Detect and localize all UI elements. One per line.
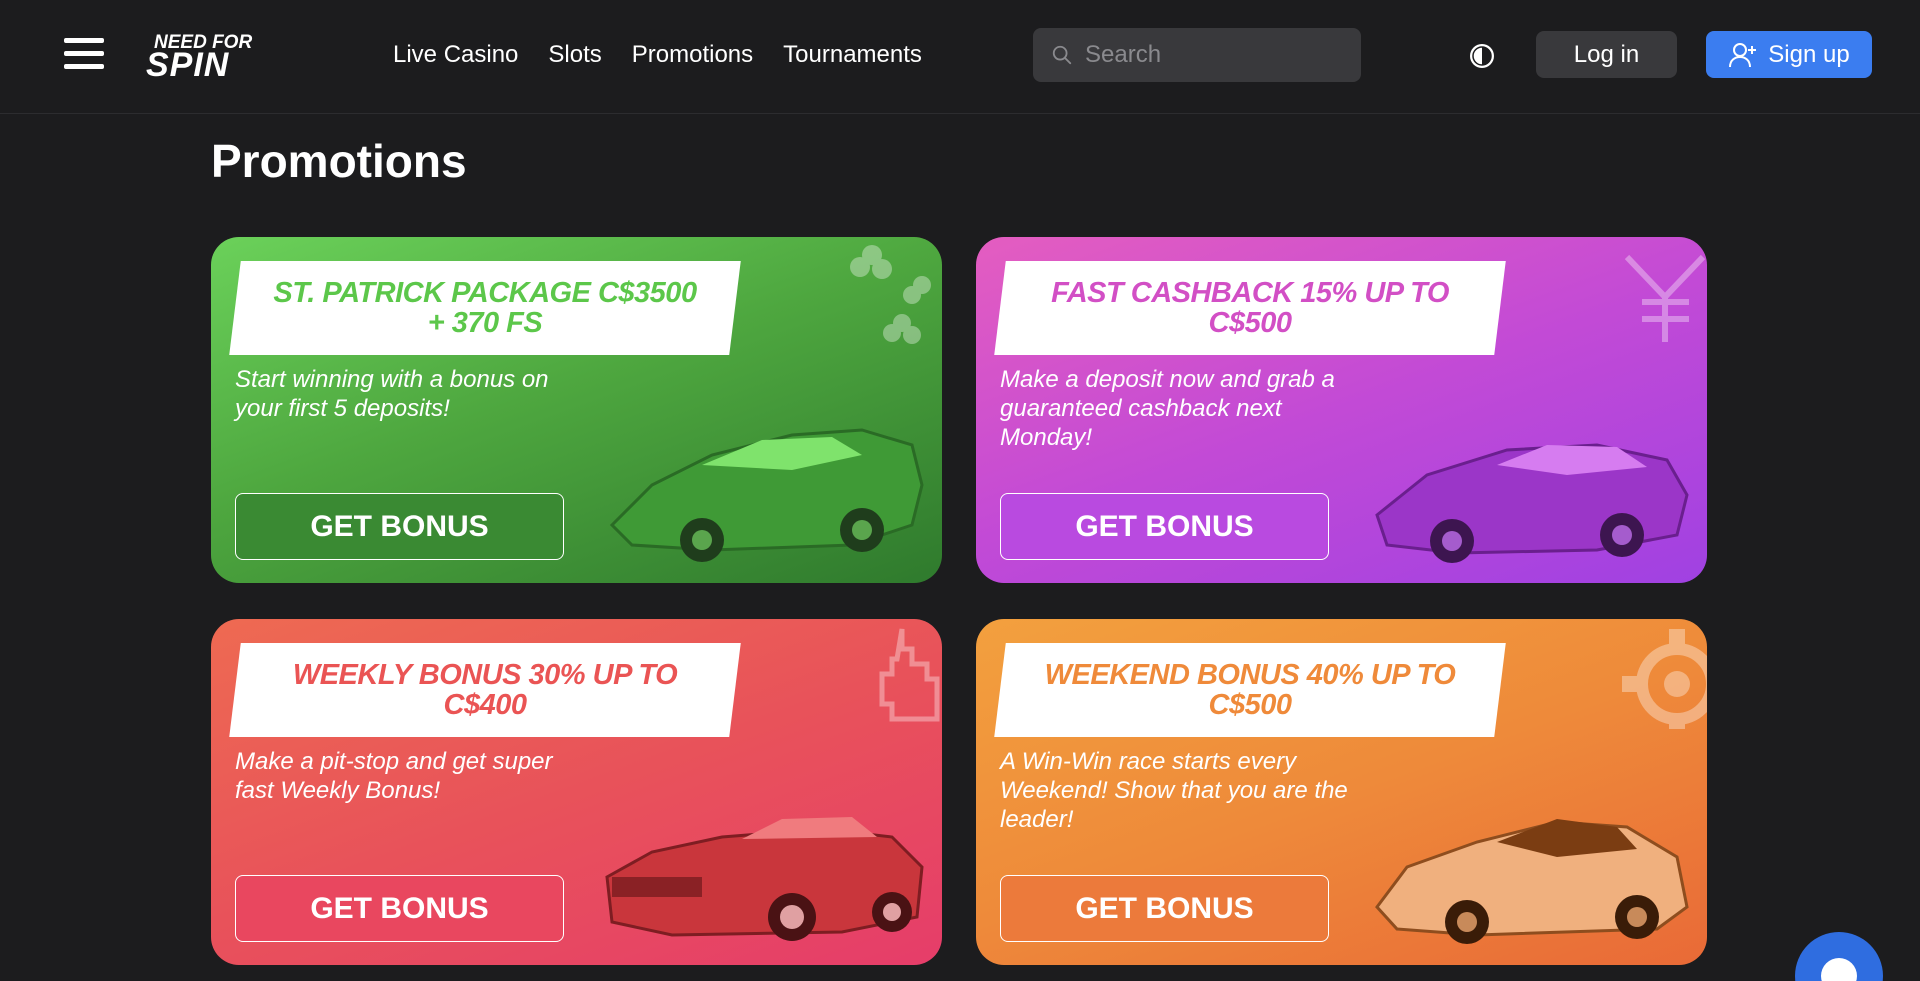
promo-banner: WEEKLY BONUS 30% UP TO C$400 bbox=[229, 643, 741, 737]
search-icon bbox=[1052, 45, 1072, 65]
nav-promotions[interactable]: Promotions bbox=[632, 38, 753, 72]
login-button[interactable]: Log in bbox=[1536, 31, 1677, 78]
promo-card: FAST CASHBACK 15% UP TO C$500 Make a dep… bbox=[976, 237, 1707, 583]
nav-live-casino[interactable]: Live Casino bbox=[393, 38, 518, 72]
site-header: NEED FOR SPIN Live Casino Slots Promotio… bbox=[0, 0, 1920, 114]
promo-card: WEEKLY BONUS 30% UP TO C$400 Make a pit-… bbox=[211, 619, 942, 965]
svg-text:SPIN: SPIN bbox=[146, 46, 230, 80]
theme-toggle-icon[interactable] bbox=[1466, 40, 1498, 72]
yen-icon bbox=[1624, 254, 1706, 342]
add-user-icon bbox=[1729, 42, 1757, 67]
car-image bbox=[1375, 819, 1689, 944]
main-nav: Live Casino Slots Promotions Tournaments bbox=[393, 38, 952, 72]
nav-slots[interactable]: Slots bbox=[548, 38, 601, 72]
promo-title: FAST CASHBACK 15% UP TO C$500 bbox=[1051, 277, 1449, 339]
promo-description: A Win-Win race starts every Weekend! Sho… bbox=[1000, 748, 1348, 833]
chat-button[interactable] bbox=[1795, 932, 1883, 981]
search-box bbox=[1033, 28, 1361, 82]
get-bonus-button[interactable]: GET BONUS bbox=[235, 875, 564, 942]
promo-title: WEEKLY BONUS 30% UP TO C$400 bbox=[292, 659, 678, 721]
search-input[interactable] bbox=[1085, 41, 1345, 69]
get-bonus-button[interactable]: GET BONUS bbox=[1000, 875, 1329, 942]
menu-icon[interactable] bbox=[64, 38, 106, 70]
promo-banner: WEEKEND BONUS 40% UP TO C$500 bbox=[994, 643, 1506, 737]
site-logo[interactable]: NEED FOR SPIN bbox=[146, 28, 286, 80]
promo-card: ST. PATRICK PACKAGE C$3500 + 370 FS Star… bbox=[211, 237, 942, 583]
get-bonus-button[interactable]: GET BONUS bbox=[235, 493, 564, 560]
nav-tournaments[interactable]: Tournaments bbox=[783, 38, 922, 72]
promo-description: Start winning with a bonus on your first… bbox=[235, 366, 549, 422]
promo-card: WEEKEND BONUS 40% UP TO C$500 A Win-Win … bbox=[976, 619, 1707, 965]
promo-description: Make a deposit now and grab a guaranteed… bbox=[1000, 366, 1335, 451]
pixel-drop-icon bbox=[879, 628, 940, 722]
get-bonus-button[interactable]: GET BONUS bbox=[1000, 493, 1329, 560]
clover-icon bbox=[850, 245, 931, 344]
promo-banner: ST. PATRICK PACKAGE C$3500 + 370 FS bbox=[229, 261, 741, 355]
car-image bbox=[609, 428, 924, 562]
promo-title: ST. PATRICK PACKAGE C$3500 + 370 FS bbox=[273, 277, 697, 339]
page-title: Promotions bbox=[211, 135, 467, 187]
gear-icon bbox=[1622, 629, 1707, 729]
signup-button[interactable]: Sign up bbox=[1706, 31, 1872, 78]
promo-title: WEEKEND BONUS 40% UP TO C$500 bbox=[1044, 659, 1456, 721]
signup-label: Sign up bbox=[1768, 40, 1850, 68]
promo-description: Make a pit-stop and get super fast Weekl… bbox=[235, 748, 553, 804]
car-image bbox=[1375, 443, 1689, 563]
promo-banner: FAST CASHBACK 15% UP TO C$500 bbox=[994, 261, 1506, 355]
car-image bbox=[605, 817, 924, 941]
